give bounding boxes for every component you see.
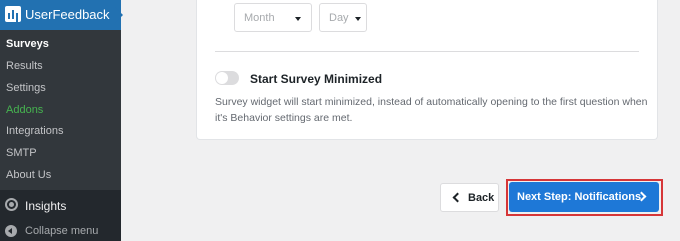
- survey-settings-panel: Month Day Start Survey Minimized Survey …: [196, 0, 658, 140]
- collapse-menu-button[interactable]: Collapse menu: [0, 220, 121, 241]
- day-select[interactable]: Day: [319, 3, 367, 32]
- sidebar-item-about-us[interactable]: About Us: [6, 169, 51, 181]
- collapse-menu-label: Collapse menu: [25, 225, 99, 237]
- insights-label: Insights: [25, 199, 67, 213]
- start-minimized-title: Start Survey Minimized: [250, 72, 383, 86]
- userfeedback-logo-icon: [5, 6, 21, 22]
- next-button-label: Next Step: Notifications: [517, 191, 642, 203]
- day-select-label: Day: [329, 12, 349, 24]
- section-divider: [215, 51, 639, 52]
- chevron-down-icon: [295, 17, 301, 21]
- collapse-menu-icon: [5, 225, 17, 237]
- sidebar-item-smtp[interactable]: SMTP: [6, 147, 37, 159]
- chevron-down-icon: [355, 17, 361, 21]
- sidebar-item-userfeedback[interactable]: UserFeedback: [0, 0, 121, 30]
- sidebar-item-addons[interactable]: Addons: [6, 104, 43, 116]
- sidebar-submenu: Surveys Results Settings Addons Integrat…: [0, 30, 121, 190]
- toggle-knob: [216, 72, 228, 84]
- admin-sidebar: UserFeedback Surveys Results Settings Ad…: [0, 0, 123, 241]
- next-step-notifications-button[interactable]: Next Step: Notifications: [509, 182, 659, 212]
- active-menu-arrow: [115, 7, 123, 23]
- start-minimized-toggle[interactable]: [215, 71, 239, 85]
- month-select[interactable]: Month: [234, 3, 312, 32]
- sidebar-item-results[interactable]: Results: [6, 60, 43, 72]
- month-select-label: Month: [244, 12, 275, 24]
- back-button[interactable]: Back: [440, 183, 499, 212]
- sidebar-item-surveys[interactable]: Surveys: [6, 38, 49, 50]
- sidebar-title: UserFeedback: [25, 7, 110, 22]
- back-button-label: Back: [468, 192, 495, 204]
- start-minimized-description: Survey widget will start minimized, inst…: [215, 96, 648, 124]
- sidebar-item-settings[interactable]: Settings: [6, 82, 46, 94]
- sidebar-item-insights[interactable]: Insights: [0, 194, 121, 216]
- chevron-left-icon: [452, 192, 463, 203]
- insights-icon: [5, 198, 18, 211]
- sidebar-item-integrations[interactable]: Integrations: [6, 125, 63, 137]
